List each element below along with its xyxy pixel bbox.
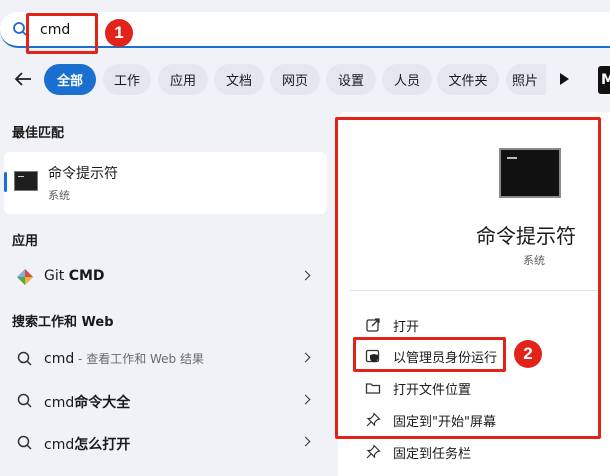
app-row-git-cmd[interactable]: Git CMD [4,259,327,295]
highlight-box-run-as-admin [353,337,506,372]
apps-heading: 应用 [12,234,39,249]
chevron-right-icon[interactable] [300,270,311,281]
chip-photos[interactable]: 照片 [506,64,546,95]
filter-bar: 全部 工作 应用 文档 网页 设置 人员 文件夹 照片 M [0,62,610,98]
web-row-cmd[interactable]: cmd - 查看工作和 Web 结果 [4,341,327,377]
chip-docs[interactable]: 文档 [214,64,264,95]
web-row-label: cmd命令大全 [44,395,131,411]
chip-web[interactable]: 网页 [270,64,320,95]
best-match-subtitle: 系统 [48,189,70,202]
highlight-box-detail [335,117,601,439]
search-icon [17,435,32,450]
git-icon [17,269,33,285]
step-badge-2: 2 [514,340,542,368]
chip-all[interactable]: 全部 [44,64,96,95]
app-row-label: Git CMD [44,268,105,284]
pin-icon [366,444,381,459]
profile-tile[interactable]: M [598,66,610,94]
selection-indicator [4,172,7,192]
chip-people[interactable]: 人员 [382,64,432,95]
back-arrow-icon[interactable] [12,68,34,90]
chevron-right-icon[interactable] [300,352,311,363]
web-row-label: cmd怎么打开 [44,437,131,453]
chip-apps[interactable]: 应用 [158,64,208,95]
step-badge-1: 1 [105,19,133,47]
web-row-cmd-open[interactable]: cmd怎么打开 [4,425,327,461]
chip-folders[interactable]: 文件夹 [437,64,499,95]
web-heading: 搜索工作和 Web [12,315,114,330]
chevron-right-icon[interactable] [300,436,311,447]
best-match-title: 命令提示符 [48,166,118,182]
cmd-app-icon [14,171,38,191]
web-row-label: cmd - 查看工作和 Web 结果 [44,351,204,367]
highlight-box-search [26,13,98,54]
chip-settings[interactable]: 设置 [326,64,376,95]
action-label: 固定到任务栏 [393,447,472,462]
action-pin-to-taskbar[interactable]: 固定到任务栏 [338,438,610,468]
best-match-card[interactable]: 命令提示符 系统 [4,152,327,214]
web-row-cmd-commands[interactable]: cmd命令大全 [4,383,327,419]
search-icon [17,393,32,408]
scroll-right-icon[interactable] [560,73,569,85]
chevron-right-icon[interactable] [300,394,311,405]
chip-work[interactable]: 工作 [103,64,151,95]
search-icon [17,351,32,366]
best-match-heading: 最佳匹配 [12,126,65,141]
